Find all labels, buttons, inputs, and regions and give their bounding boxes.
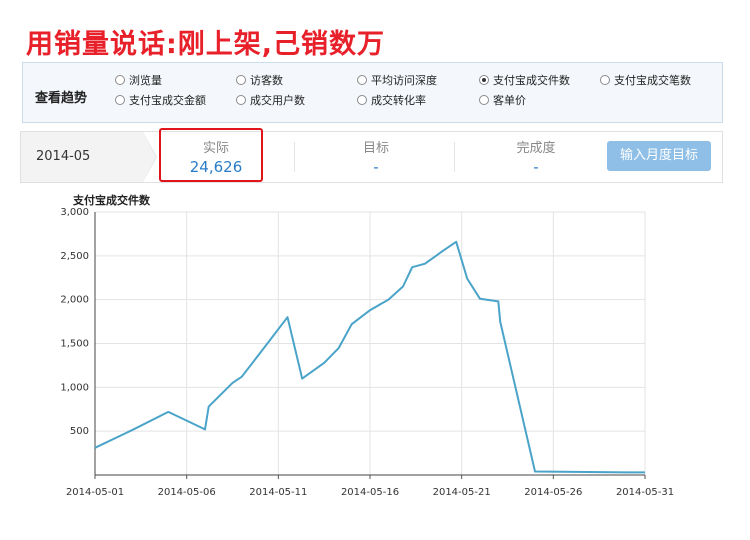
line-chart: 500 1,000 1,500 2,000 2,500 3,000 2014-05-01 20… [60, 207, 674, 498]
y-tick-label: 1,500 [60, 339, 89, 350]
x-tick-label: 2014-05-21 [433, 487, 491, 498]
x-tick-label: 2014-05-16 [341, 487, 399, 498]
y-tick-label: 500 [70, 426, 89, 437]
x-tick-label: 2014-05-26 [524, 487, 582, 498]
x-tick-label: 2014-05-31 [616, 487, 674, 498]
y-tick-label: 1,000 [60, 382, 89, 393]
y-tick-label: 3,000 [60, 207, 89, 218]
x-tick-label: 2014-05-06 [158, 487, 216, 498]
x-tick-label: 2014-05-01 [66, 487, 124, 498]
y-tick-label: 2,500 [60, 251, 89, 262]
x-tick-label: 2014-05-11 [249, 487, 307, 498]
y-tick-label: 2,000 [60, 295, 89, 306]
